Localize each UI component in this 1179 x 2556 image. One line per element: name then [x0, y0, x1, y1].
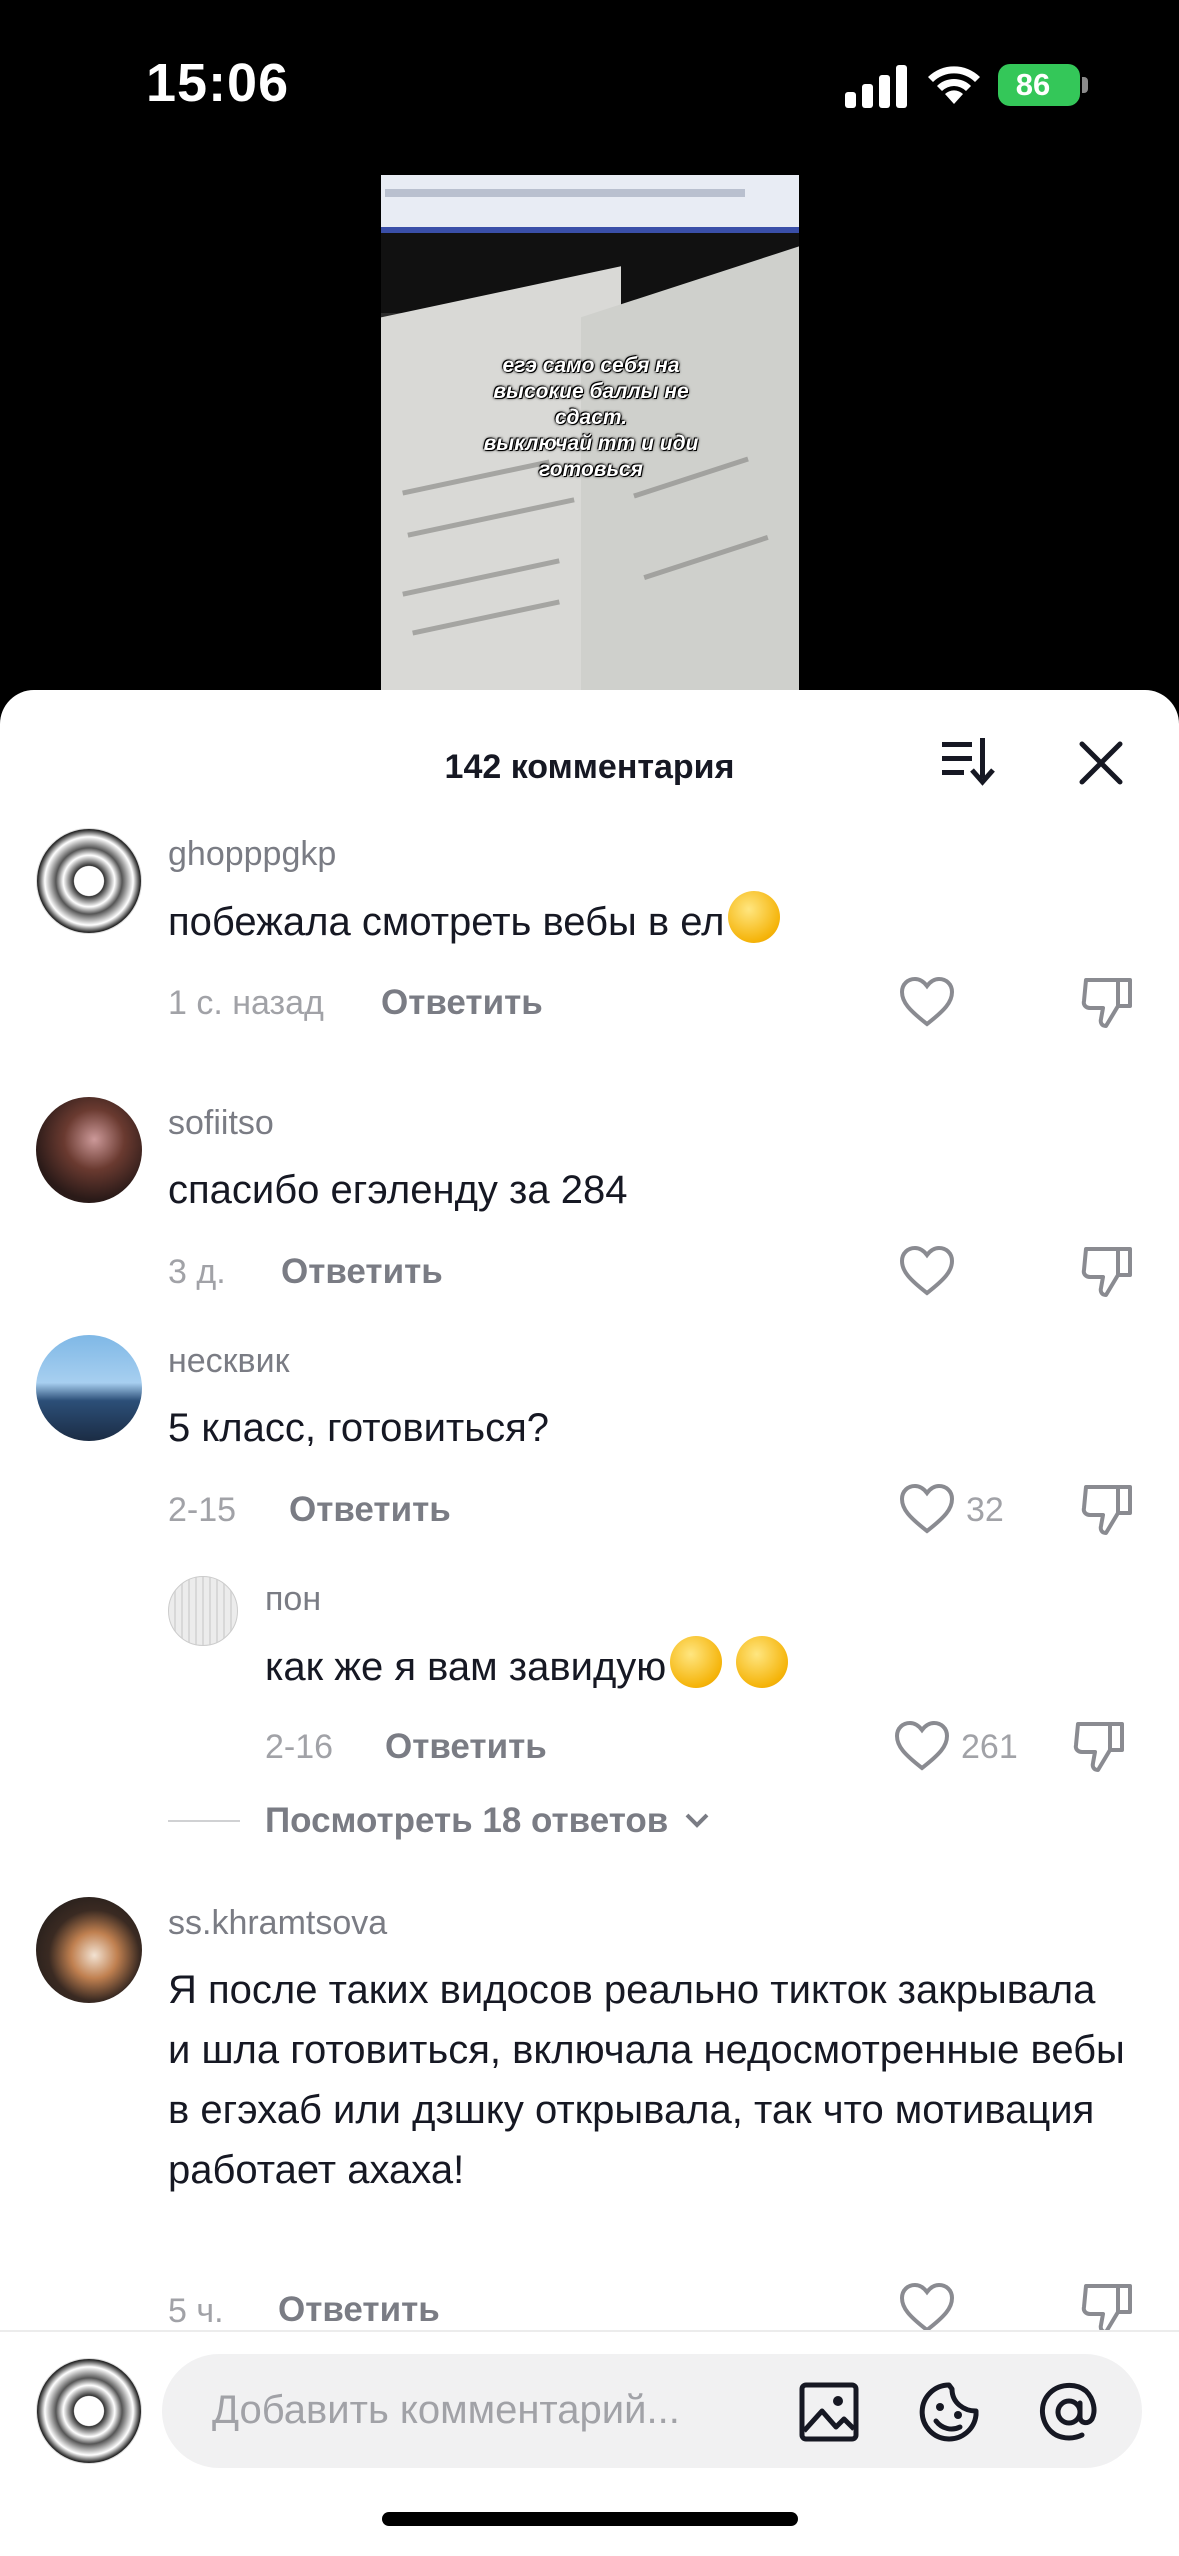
- like-icon[interactable]: [899, 976, 955, 1028]
- avatar[interactable]: [168, 1576, 238, 1646]
- dislike-icon[interactable]: [1080, 2282, 1136, 2336]
- comment-text: спасибо егэленду за 284: [168, 1168, 628, 1212]
- like-icon[interactable]: [899, 1483, 955, 1535]
- video-caption: егэ само себя на высокие баллы не сдаст.…: [483, 354, 699, 481]
- video-laptop-screen: [381, 175, 799, 233]
- signal-icon: [845, 64, 909, 108]
- like-count: 32: [966, 1491, 1004, 1529]
- comment-text: Я после таких видосов реально тикток зак…: [168, 1968, 1125, 2192]
- comment-text-body: побежала смотреть вебы в ел: [168, 900, 725, 944]
- sticker-icon[interactable]: [918, 2381, 980, 2443]
- loudly-crying-face-icon: [670, 1636, 723, 1688]
- status-time: 15:06: [146, 53, 290, 113]
- comment-text: как же я вам завидую: [265, 1636, 1125, 1697]
- chevron-down-icon: [685, 1813, 709, 1828]
- comment-username[interactable]: sofiitso: [168, 1104, 274, 1143]
- view-replies-button[interactable]: Посмотреть 18 ответов: [265, 1801, 710, 1841]
- battery-cap: [1082, 77, 1088, 93]
- dislike-icon[interactable]: [1080, 1245, 1136, 1299]
- wifi-icon: [928, 66, 980, 104]
- comment-input-placeholder: Добавить комментарий...: [212, 2388, 680, 2432]
- user-avatar[interactable]: [36, 2358, 142, 2464]
- dislike-icon[interactable]: [1072, 1720, 1128, 1774]
- comment-username[interactable]: пон: [265, 1580, 321, 1619]
- comment-time: 2-16: [265, 1728, 334, 1766]
- comment-username[interactable]: несквик: [168, 1342, 290, 1381]
- status-bar: 15:06 86: [0, 0, 1179, 175]
- comment-text: побежала смотреть вебы в ел: [168, 891, 1108, 952]
- reply-button[interactable]: Ответить: [278, 2290, 440, 2330]
- video-preview[interactable]: егэ само себя на высокие баллы не сдаст.…: [381, 175, 799, 695]
- like-icon[interactable]: [899, 2282, 955, 2334]
- comments-count-title: 142 комментария: [444, 748, 735, 786]
- reply-button[interactable]: Ответить: [289, 1490, 451, 1530]
- loudly-crying-face-icon: [736, 1636, 789, 1688]
- dislike-icon[interactable]: [1080, 1483, 1136, 1537]
- comment-time: 1 с. назад: [168, 984, 324, 1022]
- sort-icon[interactable]: [940, 734, 996, 790]
- like-icon[interactable]: [899, 1245, 955, 1297]
- battery-level: 86: [1015, 67, 1051, 102]
- mention-icon[interactable]: [1038, 2381, 1100, 2443]
- close-icon[interactable]: [1076, 734, 1126, 790]
- comment-text-body: как же я вам завидую: [265, 1645, 667, 1689]
- like-icon[interactable]: [894, 1720, 950, 1772]
- comment-text: 5 класс, готовиться?: [168, 1406, 549, 1450]
- home-indicator: [382, 2512, 798, 2526]
- like-count: 261: [961, 1728, 1018, 1766]
- comment-time: 3 д.: [168, 1253, 226, 1291]
- avatar[interactable]: [36, 1335, 142, 1441]
- battery-icon: 86: [998, 64, 1080, 106]
- avatar[interactable]: [36, 828, 142, 934]
- reply-button[interactable]: Ответить: [381, 983, 543, 1023]
- avatar[interactable]: [36, 1897, 142, 2003]
- dislike-icon[interactable]: [1080, 976, 1136, 1030]
- view-replies-label: Посмотреть 18 ответов: [265, 1801, 669, 1840]
- comment-input[interactable]: Добавить комментарий...: [162, 2354, 1142, 2468]
- image-icon[interactable]: [798, 2381, 860, 2443]
- avatar[interactable]: [36, 1097, 142, 1203]
- view-replies-divider: [168, 1820, 240, 1822]
- comment-username[interactable]: ss.khramtsova: [168, 1904, 387, 1943]
- reply-button[interactable]: Ответить: [281, 1252, 443, 1292]
- smiling-face-with-hearts-icon: [728, 891, 781, 943]
- comment-time: 5 ч.: [168, 2292, 224, 2330]
- comment-time: 2-15: [168, 1491, 237, 1529]
- comment-username[interactable]: ghopppgkp: [168, 835, 336, 874]
- reply-button[interactable]: Ответить: [385, 1727, 547, 1767]
